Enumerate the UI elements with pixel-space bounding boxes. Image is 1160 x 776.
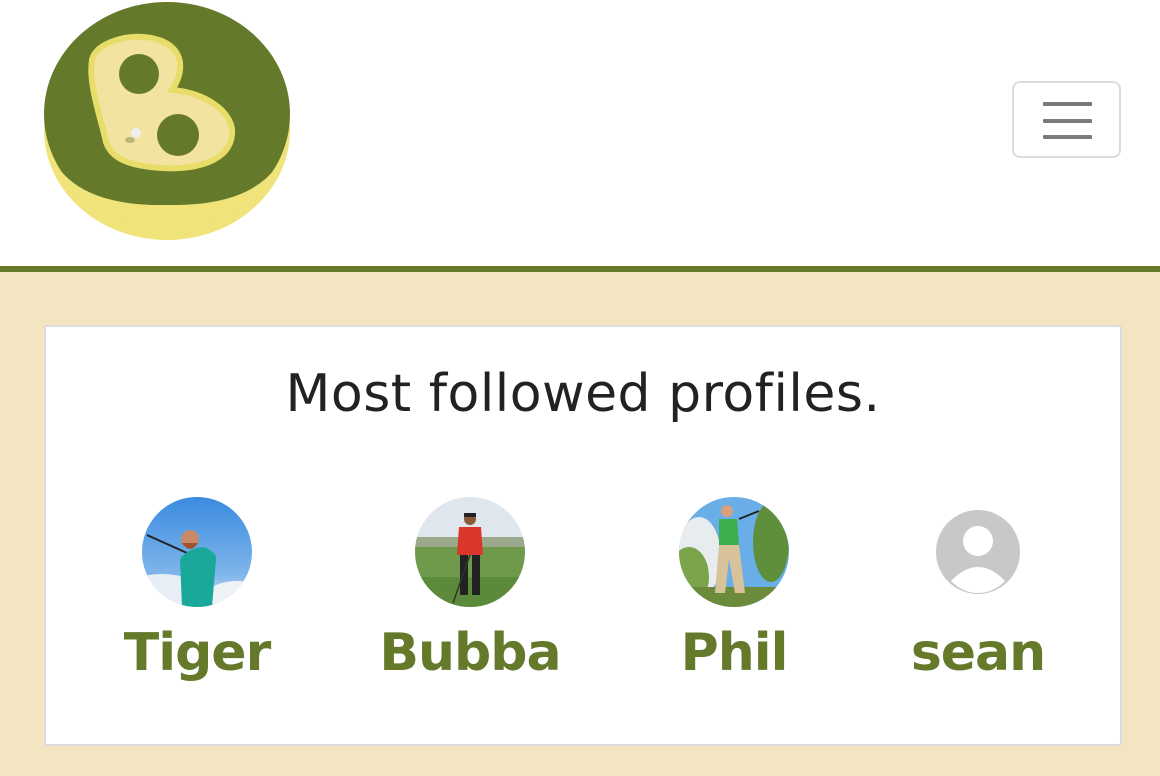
avatar [415, 497, 525, 607]
avatar [679, 497, 789, 607]
golfer-photo [142, 497, 252, 607]
default-user-icon [923, 497, 1033, 607]
navbar [0, 0, 1160, 266]
most-followed-card: Most followed profiles. Tiger Bubba Phil… [44, 325, 1122, 746]
brand-logo-icon [44, 2, 290, 240]
navbar-border [0, 266, 1160, 272]
brand-logo[interactable] [44, 2, 290, 240]
avatar [142, 497, 252, 607]
golfer-photo [415, 497, 525, 607]
profile-name: Bubba [379, 623, 561, 683]
hamburger-menu-icon [1043, 102, 1092, 106]
profile-name: Phil [680, 623, 789, 683]
profile-link-bubba[interactable]: Bubba [370, 497, 570, 689]
profile-name: Tiger [123, 623, 271, 683]
profile-link-sean[interactable]: sean [878, 497, 1078, 689]
hamburger-bar [1043, 135, 1092, 139]
golfer-photo [679, 497, 789, 607]
profile-name: sean [910, 623, 1046, 683]
avatar [923, 497, 1033, 607]
navbar-toggle-button[interactable] [1012, 81, 1121, 158]
hamburger-bar [1043, 119, 1092, 123]
card-title: Most followed profiles. [285, 364, 881, 424]
profile-link-tiger[interactable]: Tiger [97, 497, 297, 689]
profile-link-phil[interactable]: Phil [634, 497, 834, 689]
